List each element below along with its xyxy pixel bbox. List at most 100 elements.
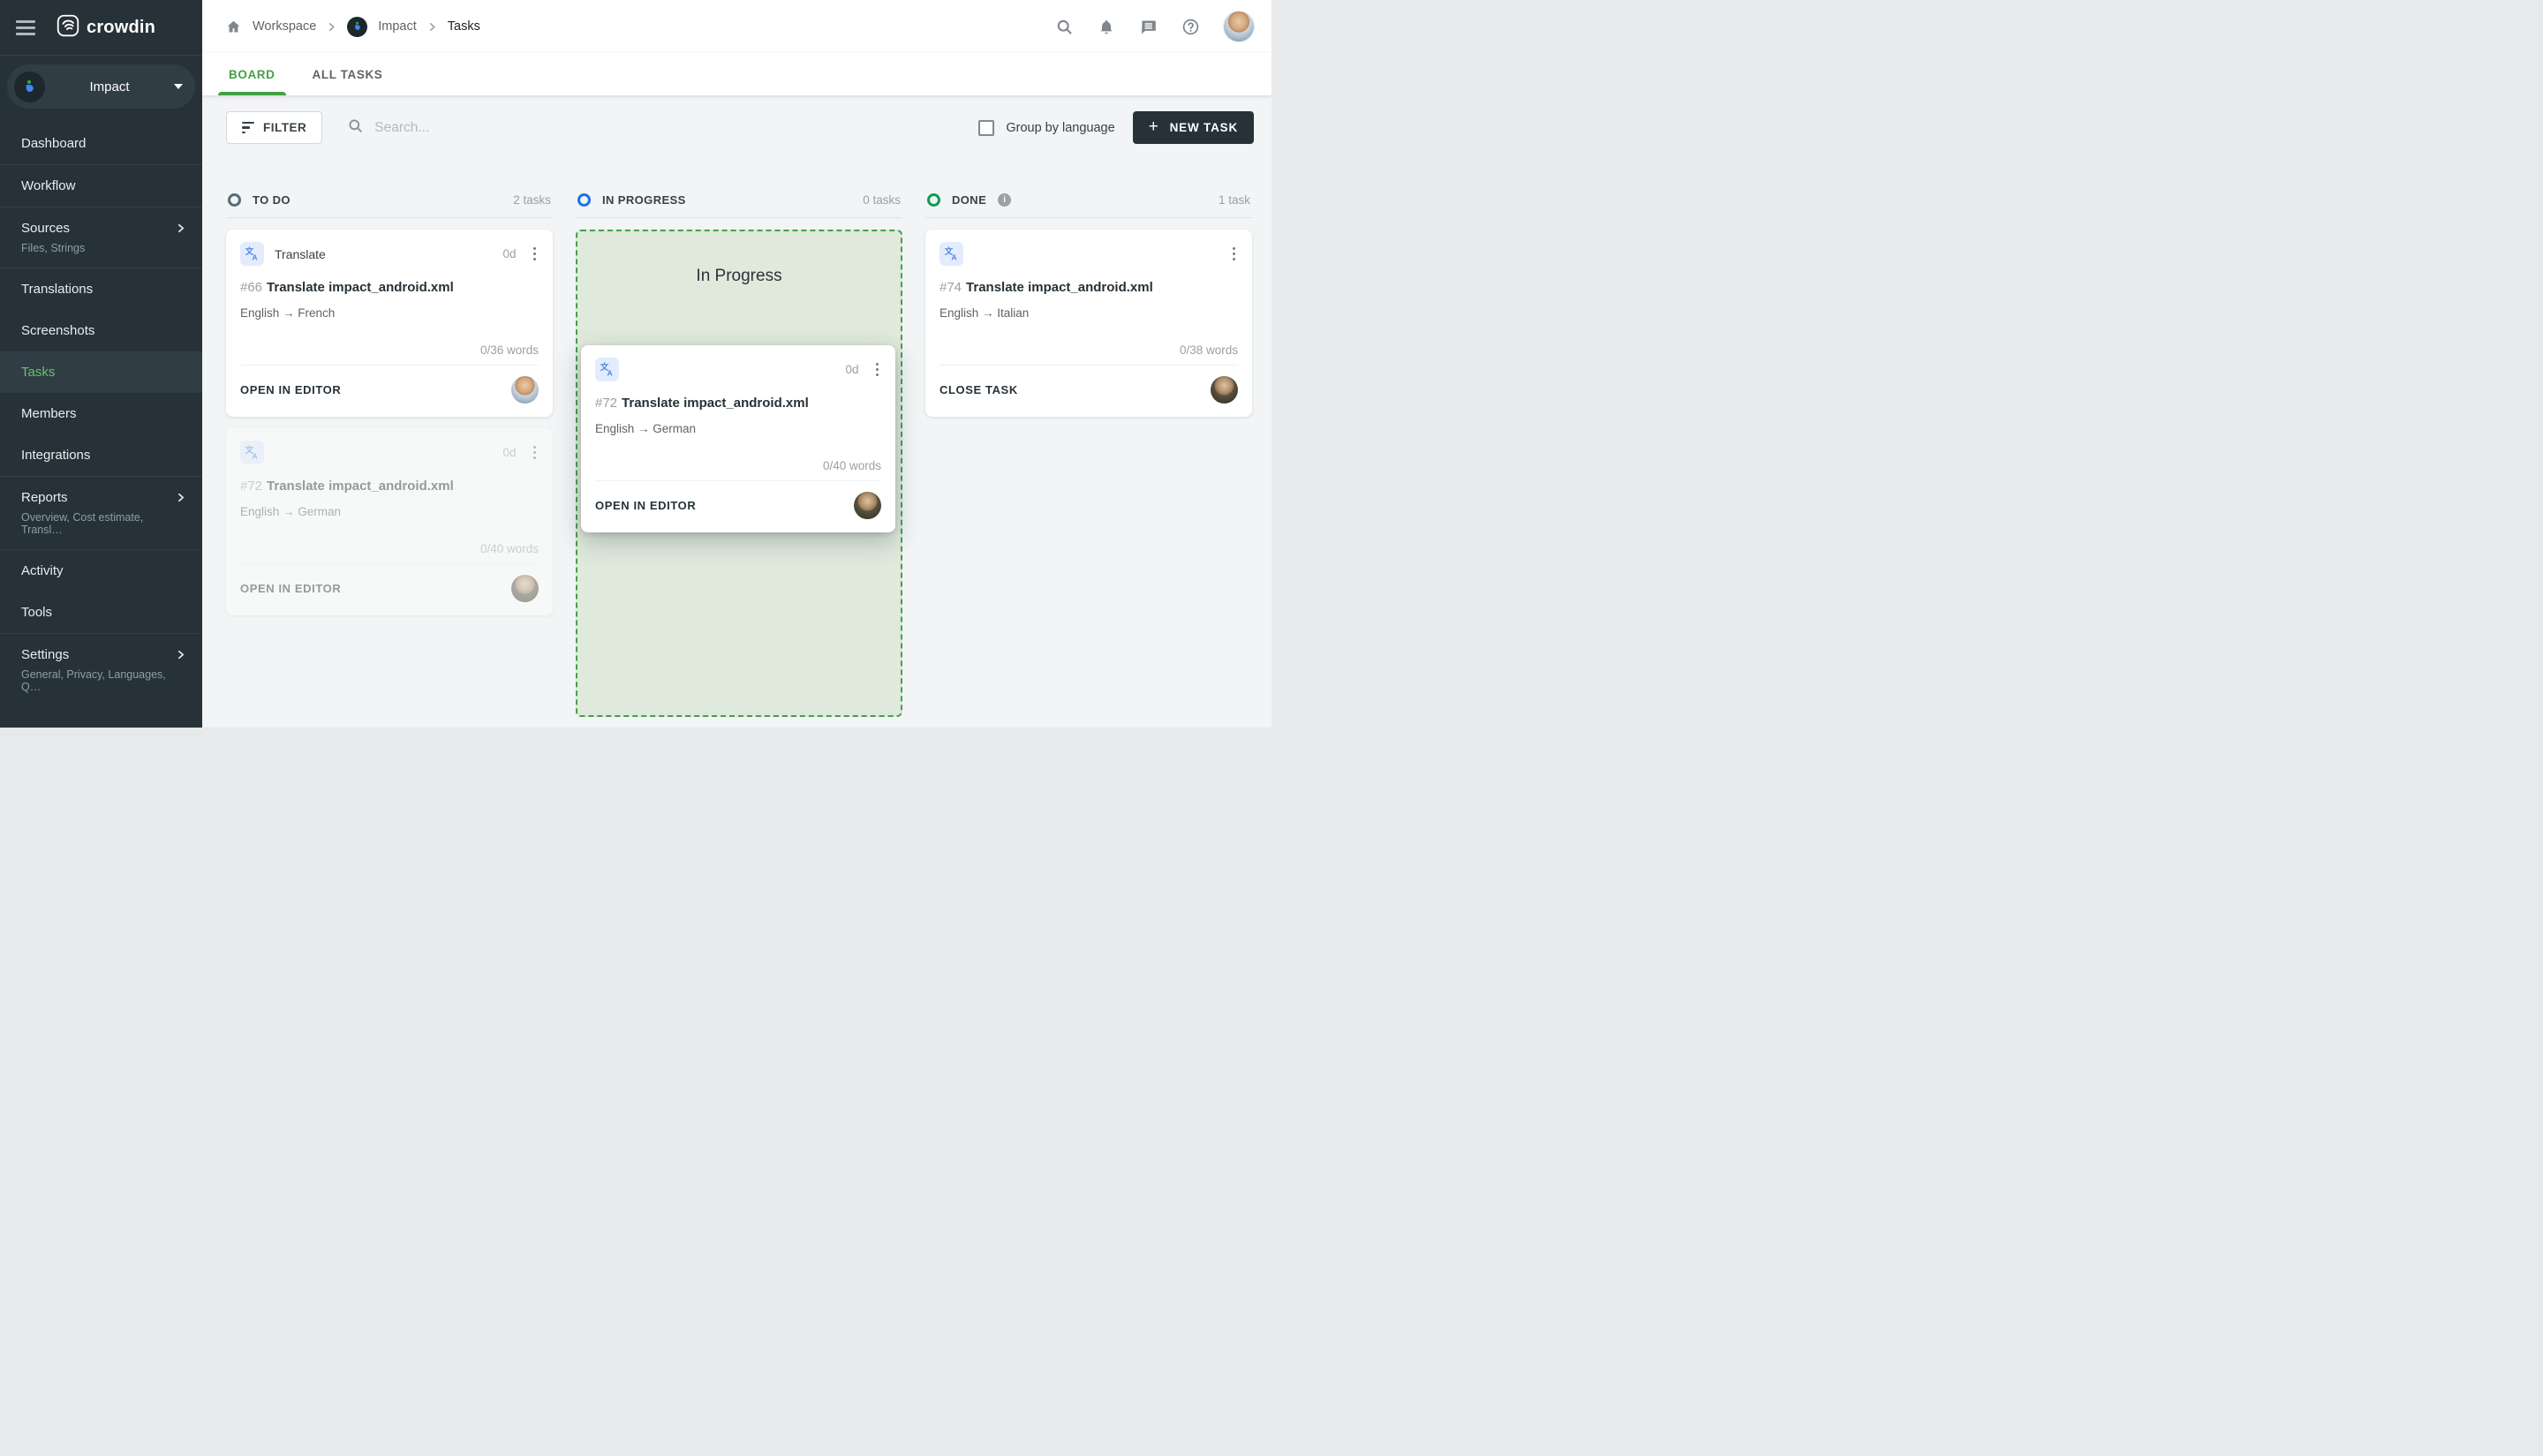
assignee-avatar[interactable] <box>511 376 539 404</box>
column-label: TO DO <box>253 193 291 207</box>
task-id: #66 <box>240 280 263 295</box>
task-languages: English → Italian <box>939 306 1030 320</box>
column-todo-body: 文A Translate 0d #66 Translate impact_andr… <box>226 230 553 615</box>
open-in-editor-link[interactable]: OPEN IN EDITOR <box>240 582 341 595</box>
task-card-72-ghost[interactable]: 文A 0d #72 Translate impact_android.xml En… <box>226 428 553 615</box>
breadcrumb-current-page: Tasks <box>447 19 480 34</box>
board-toolbar: FILTER Group by language + NEW TASK <box>226 111 1254 144</box>
search-icon <box>347 117 364 139</box>
assignee-avatar[interactable] <box>1211 376 1238 404</box>
tab-all-tasks[interactable]: ALL TASKS <box>309 53 387 95</box>
sidebar-item-sources[interactable]: Sources Files, Strings <box>0 207 202 268</box>
sidebar-item-workflow[interactable]: Workflow <box>0 165 202 207</box>
kanban-board: TO DO 2 tasks 文A Translate 0d #66 Transl… <box>226 193 1254 717</box>
divider <box>240 365 539 366</box>
open-in-editor-link[interactable]: OPEN IN EDITOR <box>595 499 696 512</box>
sidebar-item-activity[interactable]: Activity <box>0 550 202 592</box>
board-content: FILTER Group by language + NEW TASK <box>202 95 1272 728</box>
task-languages: English → French <box>240 306 336 320</box>
kebab-menu-icon[interactable] <box>531 245 540 264</box>
sidebar-item-tools[interactable]: Tools <box>0 592 202 633</box>
sidebar-item-screenshots[interactable]: Screenshots <box>0 310 202 351</box>
breadcrumb: Workspace Impact Tasks <box>225 16 1055 37</box>
project-selector[interactable]: Impact <box>7 64 195 109</box>
search-icon[interactable] <box>1055 18 1074 36</box>
column-count: 2 tasks <box>513 193 551 207</box>
column-count: 0 tasks <box>863 193 901 207</box>
sidebar-item-subtitle: Overview, Cost estimate, Transl… <box>21 511 144 536</box>
new-task-button[interactable]: + NEW TASK <box>1132 111 1254 144</box>
project-name: Impact <box>89 79 130 94</box>
assignee-avatar[interactable] <box>511 575 539 602</box>
translate-icon: 文A <box>240 242 264 266</box>
plus-icon: + <box>1148 117 1159 136</box>
assignee-avatar[interactable] <box>854 492 881 519</box>
divider <box>939 365 1238 366</box>
help-icon[interactable] <box>1181 18 1200 36</box>
notifications-bell-icon[interactable] <box>1098 18 1115 36</box>
divider <box>595 480 881 481</box>
divider <box>240 563 539 564</box>
task-id: #72 <box>595 396 618 411</box>
chevron-right-icon <box>175 223 186 234</box>
topbar: Workspace Impact Tasks <box>202 0 1272 53</box>
sidebar-header: crowdin <box>0 0 202 55</box>
messages-chat-icon[interactable] <box>1139 18 1158 36</box>
breadcrumb-project[interactable]: Impact <box>378 19 417 34</box>
filter-button[interactable]: FILTER <box>226 111 323 144</box>
task-title: #72 Translate impact_android.xml <box>240 479 454 494</box>
translate-icon: 文A <box>595 358 619 381</box>
sidebar-item-members[interactable]: Members <box>0 393 202 434</box>
sidebar-item-settings[interactable]: Settings General, Privacy, Languages, Q… <box>0 634 202 706</box>
crowdin-logo[interactable]: crowdin <box>57 14 155 41</box>
svg-text:A: A <box>253 452 258 460</box>
task-title: #66 Translate impact_android.xml <box>240 280 454 295</box>
sidebar-item-translations[interactable]: Translations <box>0 268 202 310</box>
due-badge: 0d <box>845 363 859 376</box>
user-avatar[interactable] <box>1224 11 1254 41</box>
tab-board[interactable]: BOARD <box>218 53 285 95</box>
task-type-label: Translate <box>275 246 326 261</box>
sidebar-item-tasks[interactable]: Tasks <box>0 351 202 393</box>
task-word-count: 0/36 words <box>479 343 539 357</box>
filter-icon <box>242 121 254 134</box>
sidebar-item-integrations[interactable]: Integrations <box>0 434 202 476</box>
hamburger-menu-icon[interactable] <box>16 19 35 35</box>
task-card-66[interactable]: 文A Translate 0d #66 Translate impact_andr… <box>226 230 553 417</box>
task-card-74[interactable]: 文A #74 Translate impact_android.xml Engli… <box>925 230 1252 417</box>
close-task-link[interactable]: CLOSE TASK <box>939 383 1018 396</box>
column-done-header: DONE i 1 task <box>925 193 1252 207</box>
column-count: 1 task <box>1218 193 1250 207</box>
open-in-editor-link[interactable]: OPEN IN EDITOR <box>240 383 341 396</box>
home-icon[interactable] <box>225 19 242 35</box>
task-word-count: 0/40 words <box>822 459 881 472</box>
dropzone-label: In Progress <box>696 267 782 285</box>
topbar-actions <box>1055 11 1254 41</box>
divider <box>0 55 202 56</box>
group-by-language-checkbox[interactable] <box>978 119 995 136</box>
task-card-72-dragging[interactable]: 文A 0d #72 Translate impact_android.xml En… <box>581 345 895 532</box>
kebab-menu-icon[interactable] <box>531 443 540 463</box>
breadcrumb-workspace[interactable]: Workspace <box>253 19 316 34</box>
info-icon[interactable]: i <box>998 193 1012 207</box>
task-title: #74 Translate impact_android.xml <box>939 280 1153 295</box>
done-status-icon <box>927 193 940 207</box>
search-bar <box>347 117 978 139</box>
translate-icon: 文A <box>240 441 264 464</box>
kebab-menu-icon[interactable] <box>1230 245 1239 264</box>
sidebar-item-dashboard[interactable]: Dashboard <box>0 123 202 164</box>
group-by-language-label: Group by language <box>1006 120 1115 135</box>
task-languages: English → German <box>240 505 342 518</box>
task-languages: English → German <box>595 422 697 435</box>
divider <box>576 217 902 218</box>
sidebar-item-reports[interactable]: Reports Overview, Cost estimate, Transl… <box>0 477 202 549</box>
column-todo-header: TO DO 2 tasks <box>226 193 553 207</box>
search-input[interactable] <box>374 119 675 136</box>
column-in-progress: IN PROGRESS 0 tasks In Progress 文A 0d #7… <box>576 193 902 717</box>
page-tabs: BOARD ALL TASKS <box>202 53 1272 95</box>
breadcrumb-project-avatar <box>347 16 368 37</box>
column-done-body: 文A #74 Translate impact_android.xml Engli… <box>925 230 1252 417</box>
kebab-menu-icon[interactable] <box>873 360 882 380</box>
group-by-language-toggle[interactable]: Group by language <box>978 119 1115 136</box>
chevron-right-icon <box>327 22 336 32</box>
